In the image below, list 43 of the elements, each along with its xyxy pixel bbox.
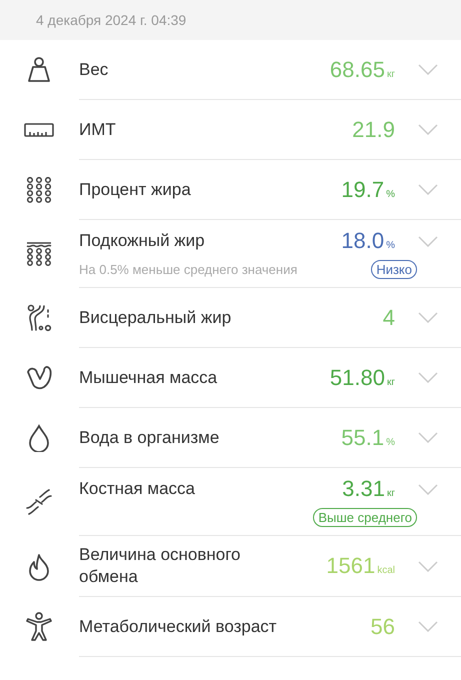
person-icon bbox=[24, 612, 52, 642]
metric-value: 51.80 кг bbox=[330, 364, 395, 390]
metric-value: 21.9 bbox=[352, 116, 395, 142]
chevron-down-icon[interactable] bbox=[418, 484, 438, 494]
layered-dots-icon bbox=[26, 241, 52, 267]
drop-icon bbox=[28, 424, 50, 452]
metric-label: Висцеральный жир bbox=[79, 306, 232, 328]
metric-value: 56 bbox=[370, 614, 395, 640]
metric-label: Величина основного обмена bbox=[79, 544, 242, 588]
metric-value: 19.7% bbox=[341, 176, 395, 202]
metric-label: ИМТ bbox=[79, 118, 117, 140]
metric-label: Процент жира bbox=[79, 178, 192, 200]
metric-value: 68.65 кг bbox=[330, 56, 395, 82]
bone-icon bbox=[24, 488, 52, 516]
chevron-down-icon[interactable] bbox=[418, 432, 438, 443]
chevron-down-icon[interactable] bbox=[418, 124, 438, 135]
chevron-down-icon[interactable] bbox=[418, 312, 438, 323]
metric-label: Подкожный жир bbox=[79, 230, 206, 252]
metric-label: Вода в организме bbox=[79, 426, 220, 448]
muscle-icon bbox=[24, 364, 52, 392]
metric-value: 55.1% bbox=[341, 424, 395, 450]
flame-icon bbox=[26, 552, 50, 580]
status-badge: Низко bbox=[371, 260, 417, 279]
metric-value: 4 bbox=[382, 304, 395, 330]
measurement-date: 4 декабря 2024 г. 04:39 bbox=[36, 12, 186, 28]
metric-value: 3.31 кг bbox=[341, 476, 395, 502]
chevron-down-icon[interactable] bbox=[418, 184, 438, 195]
intestine-icon bbox=[26, 304, 52, 332]
metric-label: Вес bbox=[79, 58, 110, 80]
chevron-down-icon[interactable] bbox=[418, 372, 438, 383]
dots-icon bbox=[26, 177, 52, 203]
chevron-down-icon[interactable] bbox=[418, 64, 438, 75]
metric-label: Метаболический возраст bbox=[79, 616, 278, 638]
metric-label: Мышечная масса bbox=[79, 366, 218, 388]
status-badge: Выше среднего bbox=[313, 508, 417, 527]
ruler-icon bbox=[24, 123, 54, 137]
metric-value: 18.0% bbox=[341, 228, 395, 254]
chevron-down-icon[interactable] bbox=[418, 236, 438, 246]
chevron-down-icon[interactable] bbox=[418, 560, 438, 572]
chevron-down-icon[interactable] bbox=[418, 621, 438, 632]
metric-value: 1561 kcal bbox=[326, 553, 395, 579]
metric-note: На 0.5% меньше среднего значения bbox=[79, 262, 298, 277]
metric-label: Костная масса bbox=[79, 478, 196, 500]
